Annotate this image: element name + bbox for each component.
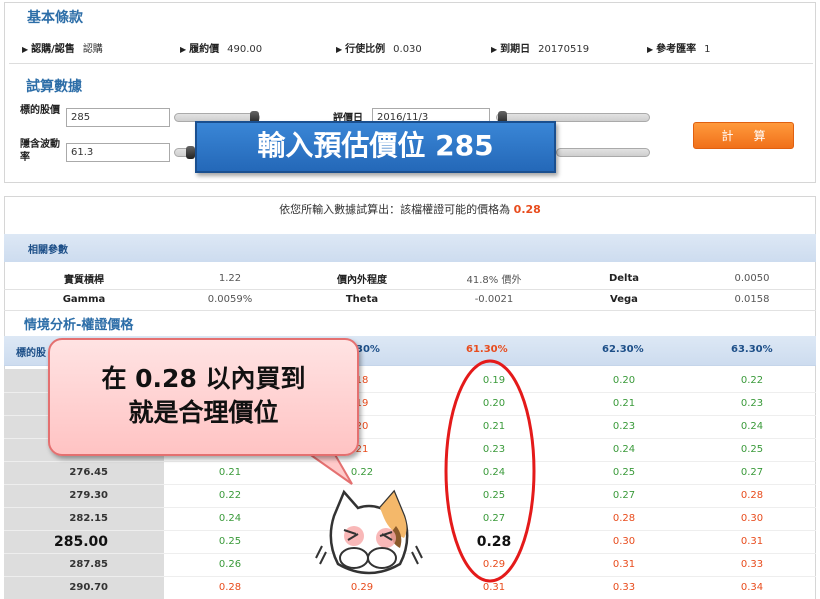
scenario-value-cell: 0.30 [560, 530, 688, 554]
params-table: 實質槓桿 1.22 價內外程度 41.8% 價外 Delta 0.0050 Ga… [4, 268, 816, 311]
scenario-value-cell: 0.27 [688, 461, 816, 485]
scenario-value-cell: 0.33 [688, 553, 816, 577]
scenario-price-cell: 285.00 [4, 530, 164, 554]
table-row: 實質槓桿 1.22 價內外程度 41.8% 價外 Delta 0.0050 [4, 268, 816, 290]
scenario-price-cell: 279.30 [4, 484, 164, 508]
scenario-value-cell: 0.31 [560, 553, 688, 577]
scenario-value-cell: 0.23 [688, 392, 816, 416]
scenario-value-cell: 0.28 [688, 484, 816, 508]
scenario-value-cell: 0.22 [164, 484, 296, 508]
divider [9, 63, 813, 64]
trial-title: 試算數據 [26, 79, 82, 95]
stock-price-label: 標的股價 [20, 105, 60, 116]
table-row: Gamma 0.0059% Theta -0.0021 Vega 0.0158 [4, 289, 816, 311]
vol-header-3: 62.30% [602, 344, 644, 355]
scenario-value-cell: 0.25 [560, 461, 688, 485]
result-price: 0.28 [513, 203, 541, 216]
result-text: 依您所輸入數據試算出：該檔權證可能的價格為 0.28 [279, 203, 541, 216]
advice-callout: 在 0.28 以內買到 就是合理價位 [48, 338, 359, 456]
term-type: 認購/認售認購 [22, 40, 103, 55]
vol-header-4: 63.30% [731, 344, 773, 355]
scenario-value-cell: 0.24 [560, 438, 688, 462]
cat-mascot-icon [315, 489, 423, 575]
scenario-value-cell: 0.25 [688, 438, 816, 462]
volatility-label: 隱含波動率 [20, 139, 60, 163]
scenario-price-cell: 287.85 [4, 553, 164, 577]
vol-header-2: 61.30% [466, 344, 508, 355]
scenario-value-cell: 0.21 [560, 392, 688, 416]
term-strike: 履約價490.00 [180, 40, 262, 55]
basic-terms-title: 基本條款 [27, 10, 83, 26]
scenario-value-cell: 0.28 [560, 507, 688, 531]
table-row: 276.45 0.21 0.22 0.24 0.25 0.27 [4, 461, 816, 485]
scenario-value-cell: 0.22 [688, 369, 816, 393]
vol-header-1: 30% [356, 344, 380, 355]
scenario-value-cell: 0.21 [164, 461, 296, 485]
scenario-price-cell: 276.45 [4, 461, 164, 485]
scenario-value-cell: 0.26 [164, 553, 296, 577]
scenario-value-cell: 0.34 [688, 576, 816, 599]
scenario-value-cell: 0.20 [560, 369, 688, 393]
scenario-header-label: 標的股 [16, 348, 46, 359]
scenario-value-cell: 0.30 [688, 507, 816, 531]
stock-price-input[interactable] [66, 108, 170, 127]
scenario-value-cell: 0.31 [688, 530, 816, 554]
calculate-button[interactable]: 計算 [693, 122, 794, 149]
params-header: 相關參數 [4, 234, 816, 262]
volatility-slider-handle[interactable] [186, 146, 195, 159]
scenario-title: 情境分析-權證價格 [24, 318, 134, 333]
scenario-value-cell: 0.24 [164, 507, 296, 531]
highlight-ellipse [444, 359, 536, 583]
scenario-value-cell: 0.27 [560, 484, 688, 508]
scenario-value-cell: 0.23 [560, 415, 688, 439]
input-hint-banner: 輸入預估價位 285 [195, 121, 556, 173]
scenario-value-cell: 0.25 [164, 530, 296, 554]
volatility-input[interactable] [66, 143, 170, 162]
term-fx: 參考匯率1 [647, 40, 711, 55]
term-expiry: 到期日20170519 [491, 40, 589, 55]
scenario-price-cell: 290.70 [4, 576, 164, 599]
secondary-slider[interactable] [556, 148, 650, 157]
scenario-value-cell: 0.33 [560, 576, 688, 599]
scenario-price-cell: 282.15 [4, 507, 164, 531]
scenario-value-cell: 0.24 [688, 415, 816, 439]
scenario-value-cell: 0.28 [164, 576, 296, 599]
term-ratio: 行使比例0.030 [336, 40, 422, 55]
